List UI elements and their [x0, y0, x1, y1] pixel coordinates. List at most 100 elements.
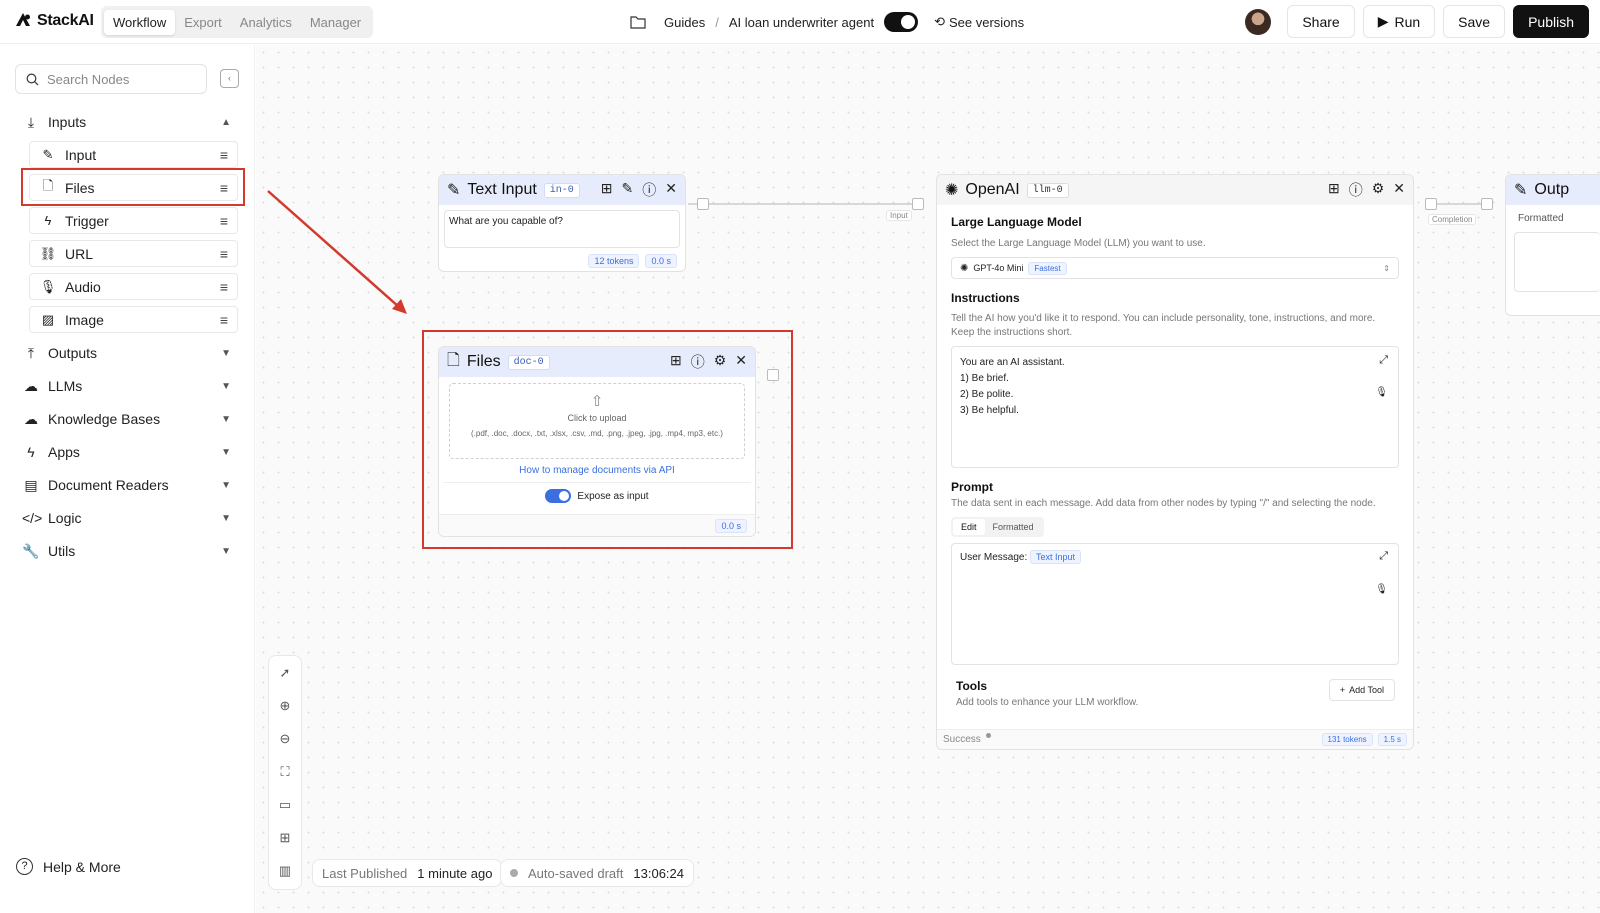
openai-output-port[interactable] — [1425, 198, 1437, 210]
pencil-icon: ✎ — [1514, 182, 1528, 199]
node-footer: 12 tokens 0.0 s — [439, 248, 685, 271]
tab-edit[interactable]: Edit — [953, 519, 985, 535]
expose-row: Expose as input — [443, 482, 751, 503]
files-node[interactable]: 🗋 Files doc-0 ⊞ ⓘ ⚙ ✕ ⇧ Click to upload … — [438, 346, 756, 537]
openai-logo-icon: ✺ — [945, 182, 959, 199]
info-icon[interactable]: ⓘ — [1349, 180, 1363, 200]
model-name: GPT-4o Mini — [973, 263, 1024, 273]
node-title: Text Input — [467, 181, 537, 198]
grid-icon[interactable]: ⊞ — [269, 821, 301, 854]
prompt-chip-text-input[interactable]: Text Input — [1030, 550, 1082, 564]
openai-input-port[interactable] — [912, 198, 924, 210]
cloud-upload-icon: ⇧ — [590, 393, 604, 410]
model-badge: Fastest — [1028, 261, 1067, 275]
autosave-status: Auto-saved draft 13:06:24 — [500, 859, 694, 887]
autosave-label: Auto-saved draft — [528, 865, 624, 881]
node-header: 🗋 Files doc-0 ⊞ ⓘ ⚙ ✕ — [439, 347, 755, 377]
expand-icon[interactable]: ⤢ — [1379, 352, 1388, 368]
node-body: Large Language Model Select the Large La… — [937, 205, 1413, 715]
token-count: 131 tokens — [1321, 733, 1373, 746]
output-field[interactable] — [1514, 232, 1600, 292]
zoom-out-icon[interactable]: ⊖ — [269, 722, 301, 755]
close-icon[interactable]: ✕ — [665, 180, 677, 200]
text-input-node[interactable]: ✎ Text Input in-0 ⊞ ✎ ⓘ ✕ What are you c… — [438, 174, 686, 272]
instructions-line: 2) Be polite. — [960, 389, 1014, 400]
autosave-value: 13:06:24 — [633, 865, 684, 881]
file-icon: 🗋 — [447, 351, 460, 369]
tab-formatted[interactable]: Formatted — [985, 519, 1042, 535]
instructions-line: 3) Be helpful. — [960, 405, 1019, 416]
prompt-textarea[interactable]: User Message: Text Input ⤢ 🎙 — [951, 543, 1399, 665]
openai-logo-icon: ✺ — [960, 262, 969, 274]
prompt-tabs: Edit Formatted — [951, 517, 1044, 537]
instructions-textarea[interactable]: You are an AI assistant. 1) Be brief. 2)… — [951, 346, 1399, 468]
node-header: ✺ OpenAI llm-0 ⊞ ⓘ ⚙ ✕ — [937, 175, 1413, 205]
expand-icon[interactable]: ⤢ — [1379, 550, 1388, 563]
token-count: 12 tokens — [588, 254, 640, 268]
status-dot-icon — [985, 733, 991, 738]
run-time: 0.0 s — [715, 518, 747, 533]
chart-icon[interactable]: ⊞ — [601, 180, 613, 200]
prompt-description: The data sent in each message. Add data … — [951, 498, 1376, 509]
edge-label-input: Input — [886, 210, 912, 221]
close-icon[interactable]: ✕ — [1393, 180, 1405, 200]
gear-icon[interactable]: ⚙ — [1372, 180, 1385, 200]
run-time: 1.5 s — [1377, 733, 1407, 746]
node-id-tag: llm-0 — [1026, 182, 1069, 198]
prompt-text: User Message: — [960, 552, 1028, 563]
zoom-in-icon[interactable]: ⊕ — [269, 689, 301, 722]
tools-section: Tools Add tools to enhance your LLM work… — [951, 679, 1399, 715]
node-id-tag: doc-0 — [507, 354, 550, 370]
llm-label: Large Language Model — [951, 215, 1082, 229]
node-footer: Success 131 tokens 1.5 s — [937, 729, 1413, 749]
pencil-icon: ✎ — [447, 182, 461, 199]
add-tool-label: Add Tool — [1349, 685, 1384, 695]
instructions-label: Instructions — [951, 291, 1020, 305]
node-title: OpenAI — [965, 181, 1020, 198]
mic-icon[interactable]: 🎙 — [1375, 584, 1388, 595]
edit-icon[interactable]: ✎ — [622, 180, 634, 200]
upload-dropzone[interactable]: ⇧ Click to upload (.pdf, .doc, .docx, .t… — [449, 383, 745, 459]
instructions-description: Tell the AI how you'd like it to respond… — [951, 313, 1376, 338]
text-input-output-port[interactable] — [697, 198, 709, 210]
canvas-toolbar: ➚ ⊕ ⊖ ⛶ ▭ ⊞ ▥ — [268, 655, 302, 890]
output-input-port[interactable] — [1481, 198, 1493, 210]
fit-view-icon[interactable]: ⛶ — [269, 755, 301, 788]
chart-icon[interactable]: ⊞ — [1328, 180, 1340, 200]
api-docs-link[interactable]: How to manage documents via API — [439, 465, 755, 476]
node-title: Outp — [1534, 181, 1570, 198]
published-value: 1 minute ago — [417, 865, 493, 881]
gear-icon[interactable]: ⚙ — [714, 352, 727, 372]
info-icon[interactable]: ⓘ — [642, 180, 656, 200]
info-icon[interactable]: ⓘ — [691, 352, 705, 372]
status-text: Success — [943, 734, 981, 745]
instructions-line: 1) Be brief. — [960, 373, 1009, 384]
map-icon[interactable]: ▥ — [269, 854, 301, 887]
chart-icon[interactable]: ⊞ — [670, 352, 682, 372]
plus-icon: + — [1339, 685, 1346, 695]
output-node[interactable]: ✎ Outp Formatted — [1505, 174, 1600, 316]
text-input-field[interactable]: What are you capable of? — [444, 210, 680, 248]
pointer-icon[interactable]: ➚ — [269, 656, 301, 689]
add-tool-button[interactable]: + Add Tool — [1328, 679, 1395, 701]
node-footer: 0.0 s — [439, 514, 755, 536]
mic-icon[interactable]: 🎙 — [1375, 385, 1388, 401]
prompt-label: Prompt — [951, 480, 993, 494]
upload-formats: (.pdf, .doc, .docx, .txt, .xlsx, .csv, .… — [471, 429, 723, 438]
expose-toggle[interactable] — [545, 489, 572, 503]
node-title: Files — [466, 353, 501, 370]
output-subtitle: Formatted — [1518, 213, 1564, 224]
llm-description: Select the Large Language Model (LLM) yo… — [951, 238, 1206, 249]
model-select[interactable]: ✺ GPT-4o Mini Fastest ⇕ — [951, 257, 1399, 279]
close-icon[interactable]: ✕ — [735, 352, 747, 372]
run-time: 0.0 s — [645, 254, 677, 268]
expose-label: Expose as input — [577, 490, 649, 502]
instructions-line: You are an AI assistant. — [960, 357, 1065, 368]
node-id-tag: in-0 — [543, 182, 580, 198]
select-chevron-icon: ⇕ — [1383, 263, 1390, 273]
node-header: ✎ Text Input in-0 ⊞ ✎ ⓘ ✕ — [439, 175, 685, 205]
node-header: ✎ Outp — [1506, 175, 1600, 205]
upload-label: Click to upload — [567, 413, 627, 423]
openai-node[interactable]: ✺ OpenAI llm-0 ⊞ ⓘ ⚙ ✕ Large Language Mo… — [936, 174, 1414, 750]
comment-icon[interactable]: ▭ — [269, 788, 301, 821]
